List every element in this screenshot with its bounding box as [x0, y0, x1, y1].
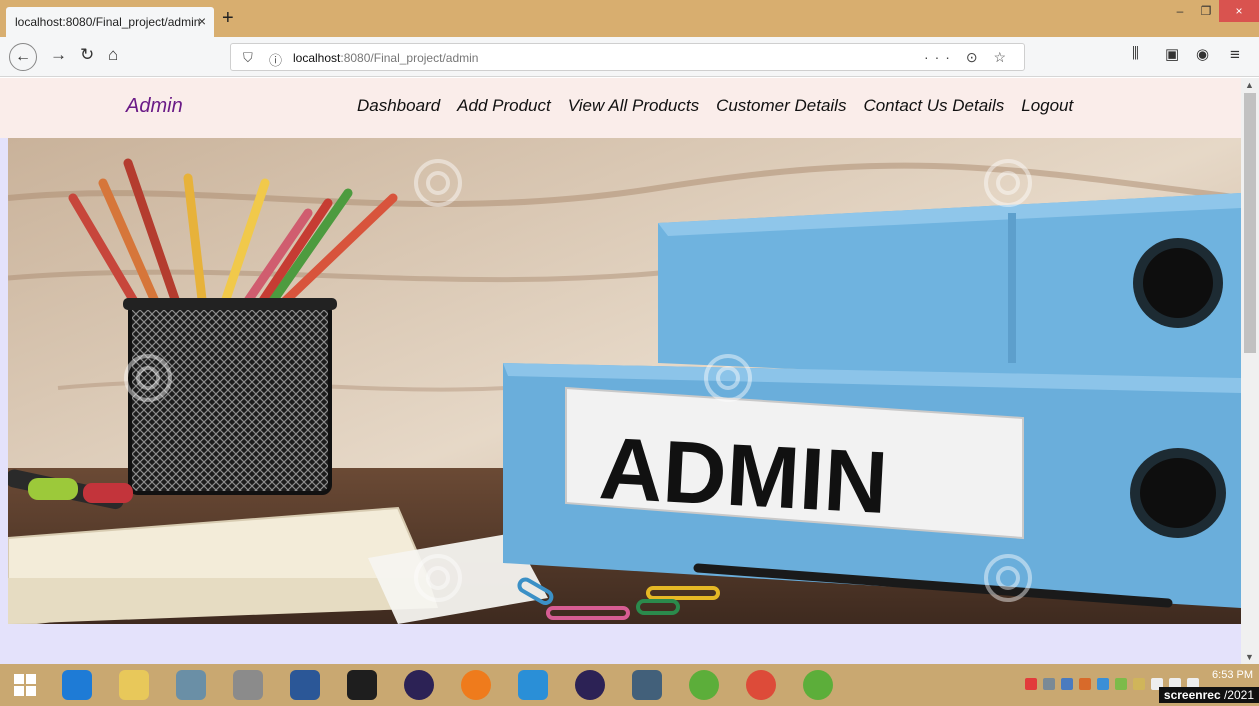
clock-date-suffix: /2021 [1223, 688, 1254, 702]
tray-icon[interactable] [1043, 678, 1055, 690]
tray-icon[interactable] [1079, 678, 1091, 690]
new-tab-button[interactable]: + [222, 7, 234, 30]
page-actions[interactable]: ··· ⊙ ☆ [924, 49, 1012, 66]
url-text[interactable]: localhost:8080/Final_project/admin [293, 51, 478, 65]
eclipse-icon-2[interactable] [575, 670, 605, 700]
account-icon[interactable]: ◉ [1196, 45, 1209, 63]
spring-icon-2[interactable] [803, 670, 833, 700]
browser-tab[interactable]: localhost:8080/Final_project/admin × [6, 7, 214, 37]
sidebar-icon[interactable]: ▣ [1165, 45, 1179, 63]
forward-arrow-icon[interactable]: → [50, 45, 67, 65]
paint-icon[interactable] [233, 670, 263, 700]
clock[interactable]: 6:53 PM [1212, 668, 1253, 683]
chrome-icon[interactable] [746, 670, 776, 700]
site-brand[interactable]: Admin [126, 95, 183, 118]
nav-view-all-products[interactable]: View All Products [568, 96, 699, 116]
back-arrow-icon[interactable]: ← [9, 43, 37, 71]
home-icon[interactable]: ⌂ [108, 45, 118, 65]
tray-icon[interactable] [1061, 678, 1073, 690]
file-explorer-icon[interactable] [119, 670, 149, 700]
ie-icon[interactable] [62, 670, 92, 700]
nav-logout[interactable]: Logout [1021, 96, 1073, 116]
vscode-icon[interactable] [518, 670, 548, 700]
tab-close-icon[interactable]: × [198, 13, 206, 29]
url-host: localhost [293, 51, 341, 65]
tab-title: localhost:8080/Final_project/admin [15, 15, 201, 29]
hero-label: ADMIN [597, 418, 890, 532]
firefox-icon[interactable] [461, 670, 491, 700]
page-viewport: Admin Dashboard Add Product View All Pro… [0, 78, 1241, 664]
close-window-button[interactable]: × [1219, 0, 1259, 22]
shield-icon[interactable]: ⛉ [243, 50, 253, 66]
screenrec-badge: screenrec /2021 [1158, 687, 1259, 703]
nav-customer-details[interactable]: Customer Details [716, 96, 846, 116]
library-icon[interactable]: ⫼ [1132, 45, 1139, 62]
tray-icon[interactable] [1097, 678, 1109, 690]
browser-toolbar: ← → ↻ ⌂ ⛉ ⓘ localhost:8080/Final_project… [0, 37, 1259, 77]
screenrec-label: screenrec [1163, 688, 1221, 702]
window-controls: – ❐ × [1167, 0, 1259, 28]
nav-add-product[interactable]: Add Product [457, 96, 551, 116]
windows-start-icon[interactable] [14, 674, 36, 696]
nav-contact-us-details[interactable]: Contact Us Details [863, 96, 1004, 116]
scroll-up-icon[interactable]: ▲ [1245, 80, 1254, 90]
reload-icon[interactable]: ↻ [80, 45, 94, 65]
clock-time: 6:53 PM [1212, 669, 1253, 681]
menu-icon[interactable]: ≡ [1230, 45, 1240, 65]
site-header: Admin Dashboard Add Product View All Pro… [0, 78, 1241, 138]
scroll-down-icon[interactable]: ▼ [1245, 652, 1254, 662]
hero-image: ADMIN [8, 138, 1241, 624]
url-path: :8080/Final_project/admin [340, 51, 479, 65]
tray-icon[interactable] [1115, 678, 1127, 690]
word-icon[interactable] [290, 670, 320, 700]
taskbar: 6:53 PM screenrec /2021 [0, 664, 1259, 706]
spring-icon[interactable] [689, 670, 719, 700]
tray-icon[interactable] [1025, 678, 1037, 690]
minimize-button[interactable]: – [1167, 0, 1193, 22]
nav-dashboard[interactable]: Dashboard [357, 96, 440, 116]
browser-tab-strip: localhost:8080/Final_project/admin × + –… [0, 0, 1259, 37]
scroll-thumb[interactable] [1244, 93, 1256, 353]
maximize-button[interactable]: ❐ [1193, 0, 1219, 22]
site-nav: Dashboard Add Product View All Products … [357, 96, 1073, 116]
terminal-icon[interactable] [347, 670, 377, 700]
info-icon[interactable]: ⓘ [269, 50, 282, 69]
page-scrollbar[interactable]: ▲ ▼ [1241, 78, 1259, 664]
address-bar[interactable]: ⛉ ⓘ localhost:8080/Final_project/admin ·… [230, 43, 1025, 71]
eclipse-icon[interactable] [404, 670, 434, 700]
tray-icon[interactable] [1133, 678, 1145, 690]
app-icon[interactable] [176, 670, 206, 700]
app-icon-2[interactable] [632, 670, 662, 700]
